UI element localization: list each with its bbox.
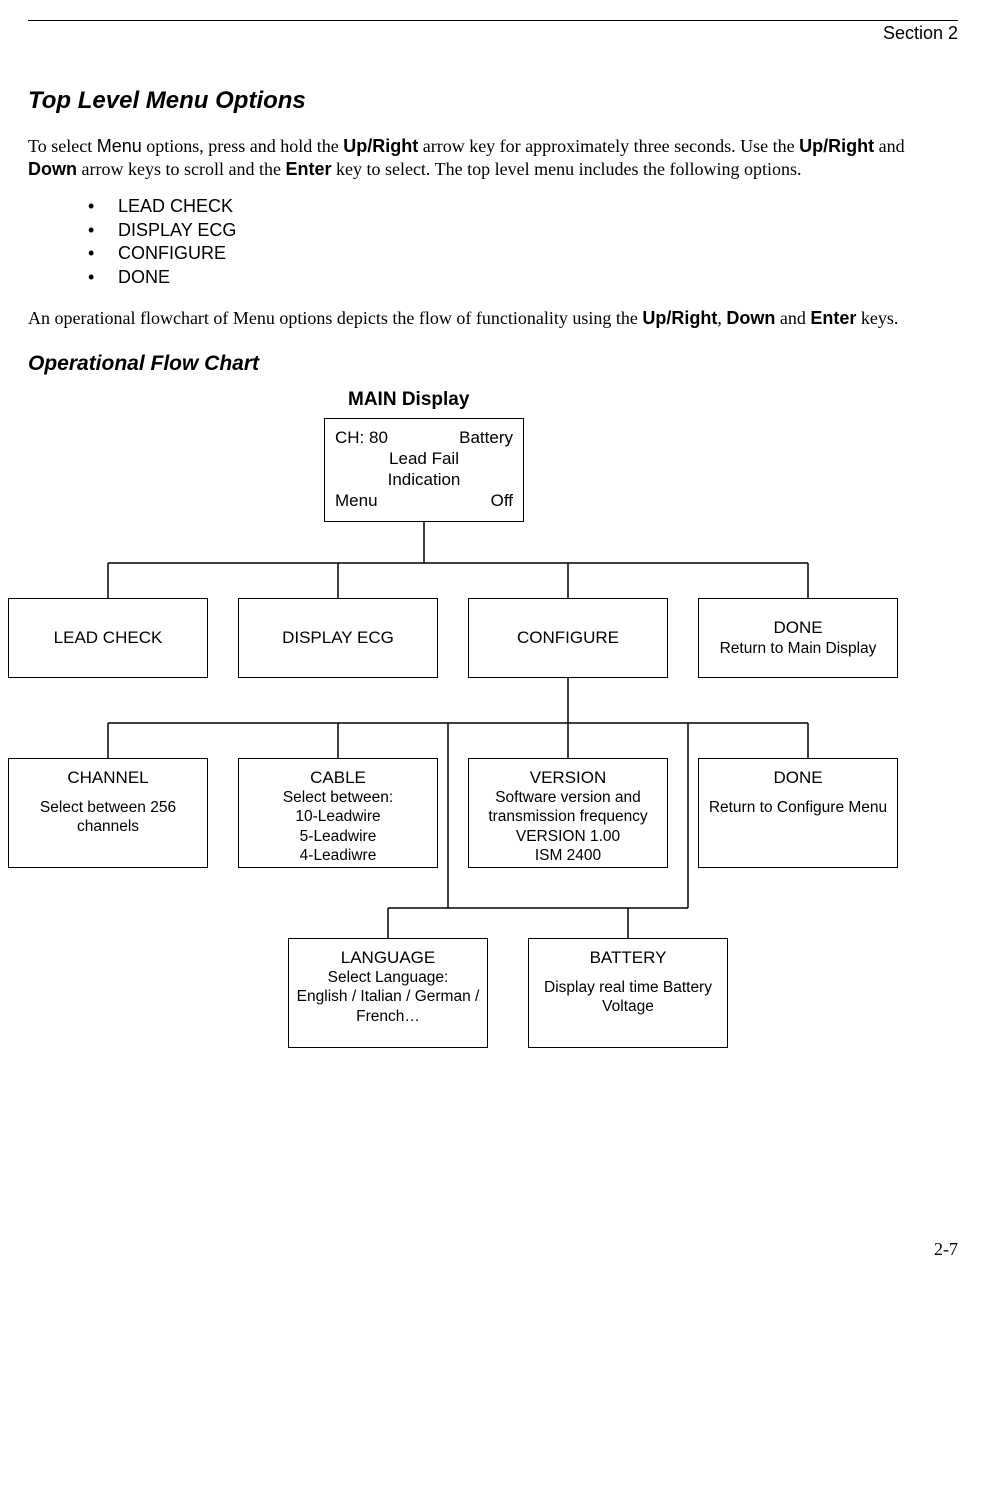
flow-box-channel: CHANNEL Select between 256 channels <box>8 758 208 868</box>
flowchart: MAIN Display CH: 80Battery Lead Fail Ind… <box>28 388 958 1148</box>
page-title: Top Level Menu Options <box>28 85 958 116</box>
flow-main-box: CH: 80Battery Lead Fail Indication MenuO… <box>324 418 524 522</box>
page-number: 2-7 <box>28 1238 958 1261</box>
flow-box-display-ecg: DISPLAY ECG <box>238 598 438 678</box>
menu-item: LEAD CHECK <box>88 195 958 218</box>
flow-desc-paragraph: An operational flowchart of Menu options… <box>28 307 958 330</box>
flow-box-cable: CABLE Select between: 10-Leadwire 5-Lead… <box>238 758 438 868</box>
flow-box-lead-check: LEAD CHECK <box>8 598 208 678</box>
menu-item: CONFIGURE <box>88 242 958 265</box>
flow-main-label: MAIN Display <box>348 388 469 413</box>
menu-item: DONE <box>88 266 958 289</box>
flow-box-language: LANGUAGE Select Language: English / Ital… <box>288 938 488 1048</box>
flow-box-battery: BATTERY Display real time Battery Voltag… <box>528 938 728 1048</box>
intro-paragraph: To select Menu options, press and hold t… <box>28 135 958 182</box>
flow-box-configure: CONFIGURE <box>468 598 668 678</box>
flowchart-heading: Operational Flow Chart <box>28 350 958 377</box>
menu-item: DISPLAY ECG <box>88 219 958 242</box>
flow-box-version: VERSION Software version and transmissio… <box>468 758 668 868</box>
section-label: Section 2 <box>28 22 958 45</box>
menu-list: LEAD CHECK DISPLAY ECG CONFIGURE DONE <box>88 195 958 289</box>
flow-box-done-configure: DONE Return to Configure Menu <box>698 758 898 868</box>
flow-box-done-main: DONE Return to Main Display <box>698 598 898 678</box>
header-rule <box>28 20 958 21</box>
